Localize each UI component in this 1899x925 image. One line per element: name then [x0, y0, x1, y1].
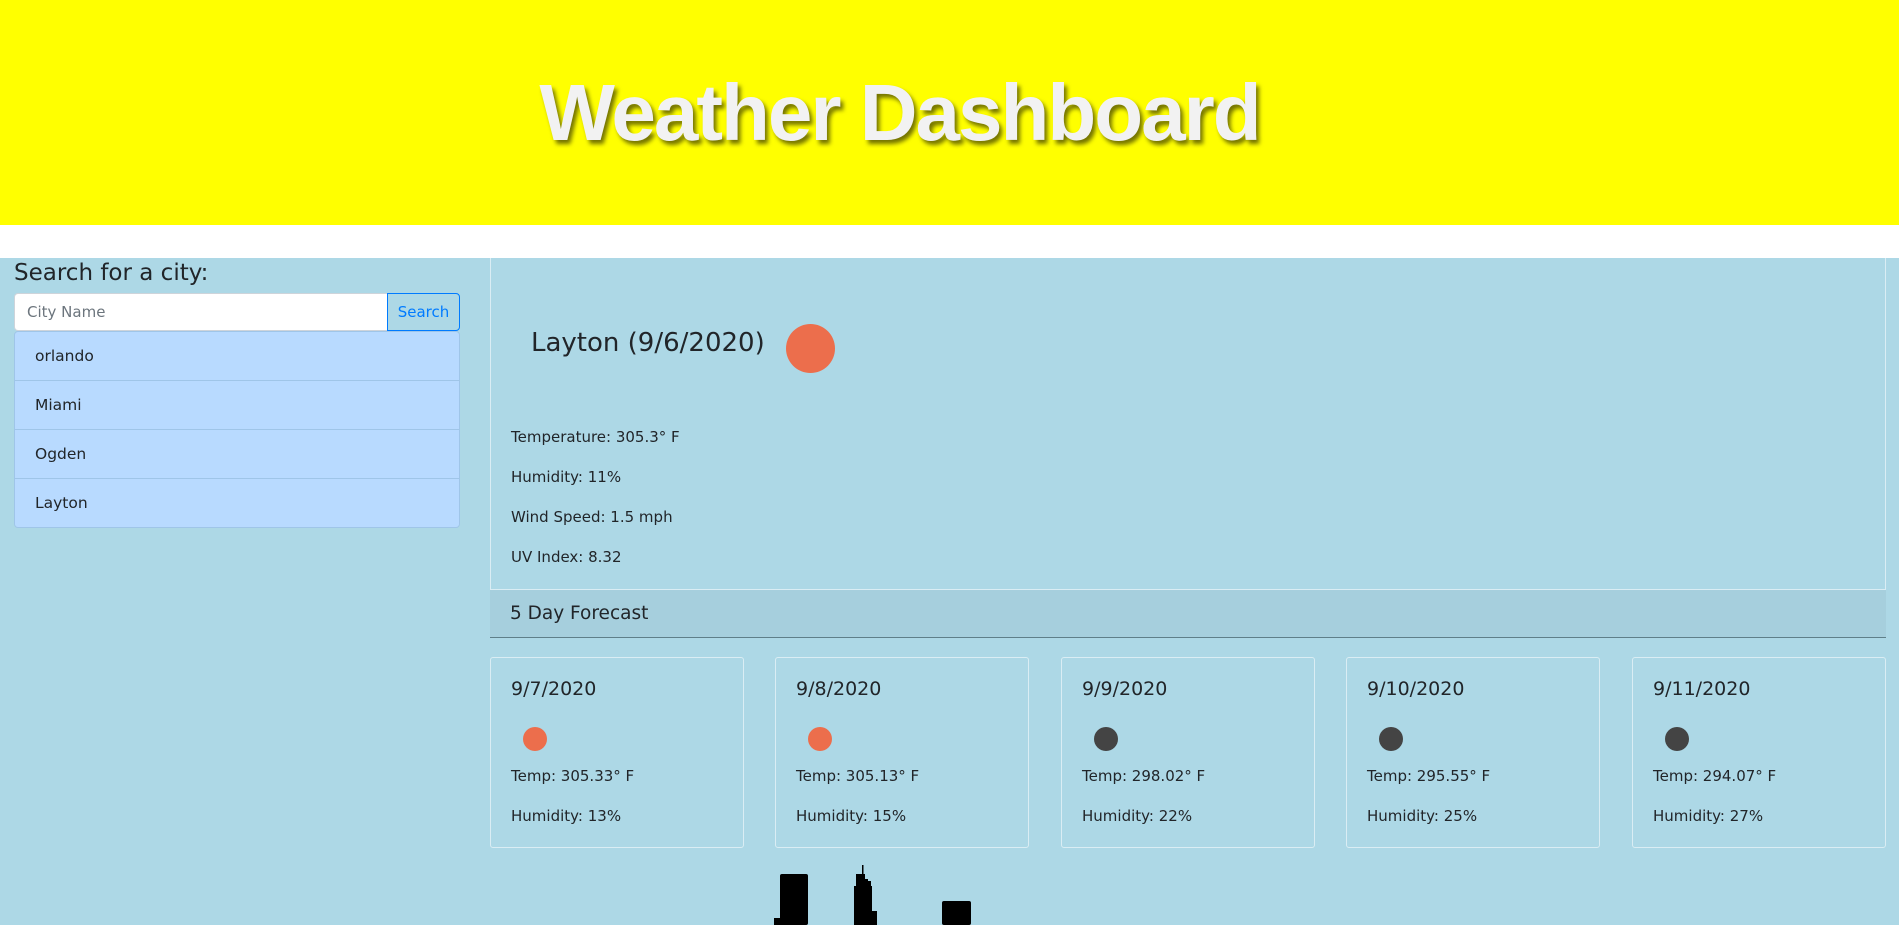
cloud-icon: [1094, 727, 1118, 751]
forecast-humidity: Humidity: 25%: [1367, 807, 1478, 825]
sun-icon: [523, 727, 547, 751]
skyline-buildings: [774, 865, 971, 925]
forecast-temp: Temp: 298.02° F: [1082, 767, 1206, 785]
cloud-icon: [1665, 727, 1689, 751]
search-heading: Search for a city:: [14, 260, 209, 286]
forecast-card: 9/9/2020 Temp: 298.02° F Humidity: 22%: [1061, 657, 1315, 848]
forecast-temp: Temp: 295.55° F: [1367, 767, 1491, 785]
city-search-input[interactable]: [14, 293, 387, 331]
search-form: Search: [14, 293, 460, 331]
history-item-ogden[interactable]: Ogden: [15, 430, 459, 479]
history-item-miami[interactable]: Miami: [15, 381, 459, 430]
current-weather-card: Layton (9/6/2020) Temperature: 305.3° F …: [490, 258, 1886, 590]
header-divider: [0, 225, 1899, 258]
forecast-humidity: Humidity: 27%: [1653, 807, 1764, 825]
current-wind-speed: Wind Speed: 1.5 mph: [511, 508, 673, 526]
history-item-layton[interactable]: Layton: [15, 479, 459, 527]
sidebar: Search for a city: Search orlando Miami …: [14, 258, 460, 528]
forecast-date: 9/10/2020: [1367, 678, 1465, 700]
search-button[interactable]: Search: [387, 293, 460, 331]
cloud-icon: [1379, 727, 1403, 751]
forecast-card: 9/8/2020 Temp: 305.13° F Humidity: 15%: [775, 657, 1029, 848]
forecast-humidity: Humidity: 13%: [511, 807, 622, 825]
page-header: Weather Dashboard: [0, 0, 1899, 225]
forecast-humidity: Humidity: 22%: [1082, 807, 1193, 825]
forecast-cards: 9/7/2020 Temp: 305.33° F Humidity: 13% 9…: [490, 638, 1886, 848]
forecast-date: 9/11/2020: [1653, 678, 1751, 700]
page-title: Weather Dashboard: [539, 67, 1261, 157]
sun-icon: [808, 727, 832, 751]
forecast-temp: Temp: 305.33° F: [511, 767, 635, 785]
history-item-orlando[interactable]: orlando: [15, 332, 459, 381]
sun-icon: [786, 324, 835, 373]
current-temperature: Temperature: 305.3° F: [511, 428, 680, 446]
forecast-card: 9/11/2020 Temp: 294.07° F Humidity: 27%: [1632, 657, 1886, 848]
forecast-date: 9/8/2020: [796, 678, 882, 700]
forecast-temp: Temp: 305.13° F: [796, 767, 920, 785]
forecast-card: 9/10/2020 Temp: 295.55° F Humidity: 25%: [1346, 657, 1600, 848]
current-uv-index: UV Index: 8.32: [511, 548, 622, 566]
search-history-list: orlando Miami Ogden Layton: [14, 331, 460, 528]
current-humidity: Humidity: 11%: [511, 468, 622, 486]
main-panel: Layton (9/6/2020) Temperature: 305.3° F …: [490, 258, 1886, 848]
forecast-card: 9/7/2020 Temp: 305.33° F Humidity: 13%: [490, 657, 744, 848]
forecast-date: 9/7/2020: [511, 678, 597, 700]
forecast-humidity: Humidity: 15%: [796, 807, 907, 825]
current-city-title: Layton (9/6/2020): [531, 328, 765, 358]
forecast-heading: 5 Day Forecast: [490, 590, 1886, 638]
forecast-temp: Temp: 294.07° F: [1653, 767, 1777, 785]
forecast-date: 9/9/2020: [1082, 678, 1168, 700]
